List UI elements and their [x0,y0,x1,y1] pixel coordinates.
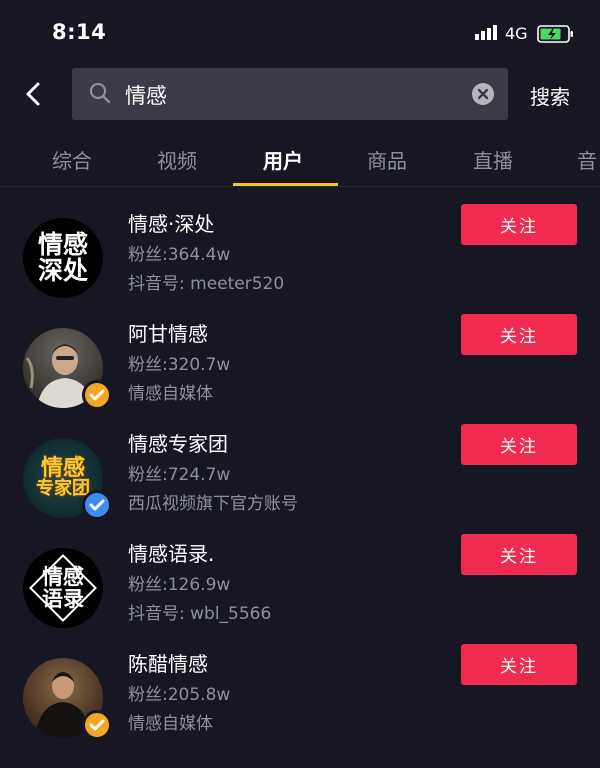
tab-live[interactable]: 直播 [473,145,513,174]
list-item[interactable]: 情感 深处 情感·深处 粉丝:364.4w 抖音号: meeter520 关注 [0,204,600,328]
user-description: 西瓜视频旗下官方账号 [128,494,298,514]
user-name: 陈醋情感 [128,652,208,676]
fan-count: 粉丝:724.7w [128,465,231,485]
list-item[interactable]: 情感 语录 情感语录. 粉丝:126.9w 抖音号: wbl_5566 关注 [0,534,600,658]
fan-count: 粉丝:320.7w [128,355,231,375]
follow-button[interactable]: 关注 [461,314,577,355]
tab-users[interactable]: 用户 [263,145,303,174]
user-name: 情感专家团 [128,432,228,456]
list-item[interactable]: 情感 专家团 情感专家团 粉丝:724.7w 西瓜视频旗下官方账号 关注 [0,424,600,548]
user-id: 抖音号: wbl_5566 [128,604,272,624]
battery-icon [537,25,573,43]
search-input[interactable]: 情感 [72,68,508,120]
active-tab-indicator [233,183,338,186]
avatar-text-line: 情感 [40,456,85,481]
fan-count: 粉丝:364.4w [128,245,231,265]
search-button[interactable]: 搜索 [530,81,570,110]
category-tabs: 综合 视频 用户 商品 直播 音 [0,136,600,187]
network-type: 4G [505,24,528,43]
avatar-text-line: 语录 [42,587,84,611]
avatar[interactable]: 情感 语录 [23,548,103,628]
fan-count: 粉丝:126.9w [128,575,231,595]
verified-badge-icon [82,710,112,740]
avatar-text-line: 深处 [37,256,88,285]
tab-goods[interactable]: 商品 [367,145,407,174]
tab-video[interactable]: 视频 [157,145,197,174]
fan-count: 粉丝:205.8w [128,685,231,705]
tab-music[interactable]: 音 [577,145,597,174]
status-time: 8:14 [52,20,107,44]
clear-icon[interactable] [471,82,495,106]
verified-badge-icon [82,380,112,410]
user-name: 情感语录. [128,542,215,566]
follow-button[interactable]: 关注 [461,644,577,685]
follow-button[interactable]: 关注 [461,424,577,465]
follow-button[interactable]: 关注 [461,534,577,575]
status-bar: 8:14 4G [0,0,600,64]
search-query: 情感 [125,84,167,108]
avatar-text-line: 情感 [42,564,84,589]
verified-badge-icon [82,490,112,520]
signal-icon [475,25,497,40]
avatar-text-line: 专家团 [36,478,90,500]
user-name: 情感·深处 [128,212,215,236]
list-item[interactable]: 阿甘情感 粉丝:320.7w 情感自媒体 关注 [0,314,600,438]
list-item[interactable]: 陈醋情感 粉丝:205.8w 情感自媒体 关注 [0,644,600,768]
avatar-text-line: 情感 [37,229,88,259]
search-icon [89,82,111,104]
user-id: 抖音号: meeter520 [128,274,285,294]
avatar[interactable]: 情感 深处 [23,218,103,298]
user-description: 情感自媒体 [128,714,213,734]
user-description: 情感自媒体 [128,384,213,404]
back-arrow-icon[interactable] [20,80,48,108]
tab-general[interactable]: 综合 [52,145,92,174]
follow-button[interactable]: 关注 [461,204,577,245]
user-name: 阿甘情感 [128,322,208,346]
